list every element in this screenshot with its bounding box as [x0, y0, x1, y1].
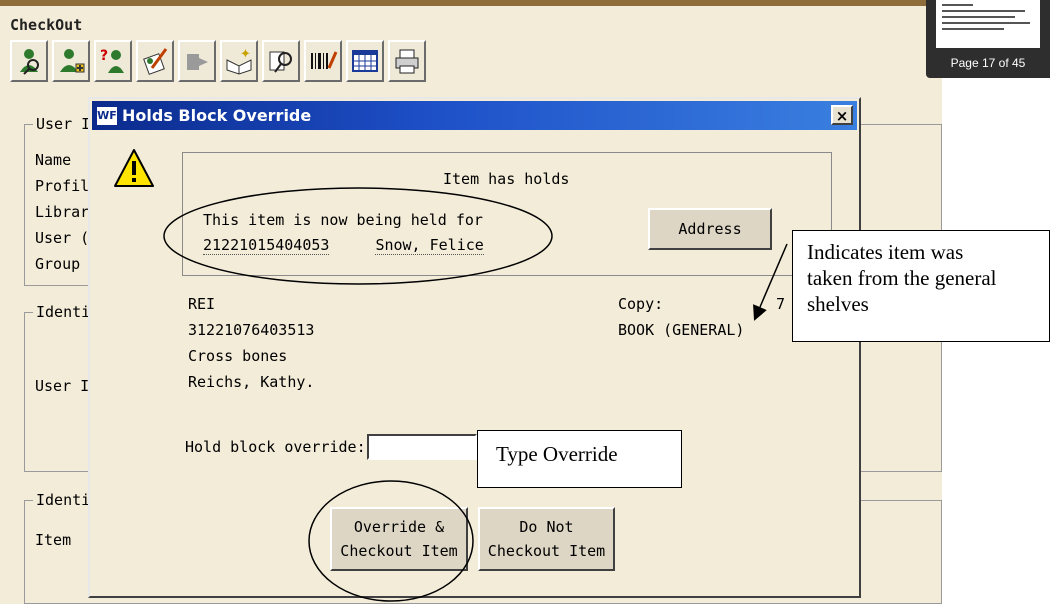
- page-thumbnail[interactable]: Page 17 of 45: [926, 0, 1050, 78]
- svg-text:?: ?: [100, 48, 108, 64]
- address-button[interactable]: Address: [648, 208, 772, 250]
- held-for-text: This item is now being held for: [203, 211, 483, 229]
- add-user-icon: [60, 49, 85, 73]
- workflows-app-icon: WF: [96, 106, 118, 126]
- type-override-callout: Type Override: [477, 430, 682, 488]
- window-top-border: [0, 0, 942, 6]
- disabled-tool-icon: [187, 54, 208, 70]
- dialog-titlebar[interactable]: WF Holds Block Override ×: [92, 101, 857, 130]
- add-user-button[interactable]: [52, 40, 90, 82]
- callout-line2: taken from the general: [807, 266, 997, 290]
- book-add-button[interactable]: ✦: [220, 40, 258, 82]
- callout-line1: Indicates item was: [807, 240, 964, 264]
- svg-text:✦: ✦: [240, 47, 251, 62]
- holder-name: Snow, Felice: [375, 236, 484, 255]
- thumbnail-preview: [936, 0, 1040, 48]
- override-checkout-button[interactable]: Override & Checkout Item: [330, 507, 468, 571]
- warning-icon: [114, 149, 154, 187]
- donot-button-line2: Checkout Item: [487, 542, 606, 560]
- close-button[interactable]: ×: [831, 105, 853, 125]
- toolbar: ? ✦: [10, 40, 426, 86]
- holder-id: 21221015404053: [203, 236, 330, 255]
- edit-user-button[interactable]: [136, 40, 174, 82]
- barcode-icon: [311, 51, 338, 69]
- item-search-button[interactable]: [262, 40, 300, 82]
- page-counter: Page 17 of 45: [950, 56, 1026, 70]
- user-search-icon: [20, 49, 39, 75]
- user-info-legend: User I: [33, 115, 94, 133]
- calendar-icon: [352, 50, 378, 72]
- copy-label: Copy:: [618, 295, 664, 313]
- do-not-checkout-button[interactable]: Do Not Checkout Item: [478, 507, 615, 571]
- user-identify-legend: Identi: [33, 303, 94, 321]
- item-details: REI 31221076403513 Cross bones Reichs, K…: [188, 291, 314, 395]
- item-type: BOOK (GENERAL): [618, 321, 745, 339]
- user-question-icon: ?: [100, 48, 124, 73]
- item-id-label: Item: [35, 531, 72, 549]
- app-title: CheckOut: [10, 16, 83, 34]
- holds-block-override-dialog: WF Holds Block Override × Item has holds…: [88, 97, 861, 598]
- hold-block-override-input[interactable]: [367, 434, 477, 460]
- dialog-title: Holds Block Override: [122, 106, 312, 125]
- edit-user-icon: [143, 48, 168, 75]
- user-id-label: User I: [35, 377, 90, 395]
- call-number: REI: [188, 295, 216, 313]
- item-search-icon: [269, 51, 292, 73]
- user-search-button[interactable]: [10, 40, 48, 82]
- override-button-line1: Override &: [353, 518, 445, 536]
- shelf-source-callout: Indicates item was taken from the genera…: [792, 230, 1050, 342]
- callout-line3: shelves: [807, 292, 869, 316]
- printer-icon: [395, 49, 419, 74]
- item-author: Reichs, Kathy.: [188, 373, 315, 391]
- book-add-icon: ✦: [226, 47, 252, 75]
- print-button[interactable]: [388, 40, 426, 82]
- barcode-button[interactable]: [304, 40, 342, 82]
- hold-block-override-label: Hold block override:: [185, 438, 366, 456]
- holder-info: 21221015404053 Snow, Felice: [203, 236, 484, 255]
- item-title: Cross bones: [188, 347, 288, 365]
- donot-button-line1: Do Not: [519, 518, 574, 536]
- item-barcode: 31221076403513: [188, 321, 315, 339]
- override-button-line2: Checkout Item: [340, 542, 458, 560]
- user-question-button[interactable]: ?: [94, 40, 132, 82]
- disabled-tool-button[interactable]: [178, 40, 216, 82]
- item-identify-legend: Identi: [33, 491, 94, 509]
- holds-heading: Item has holds: [443, 170, 570, 188]
- copy-number: 7: [776, 295, 786, 313]
- holds-message-panel: Item has holds This item is now being he…: [182, 152, 832, 276]
- calendar-button[interactable]: [346, 40, 384, 82]
